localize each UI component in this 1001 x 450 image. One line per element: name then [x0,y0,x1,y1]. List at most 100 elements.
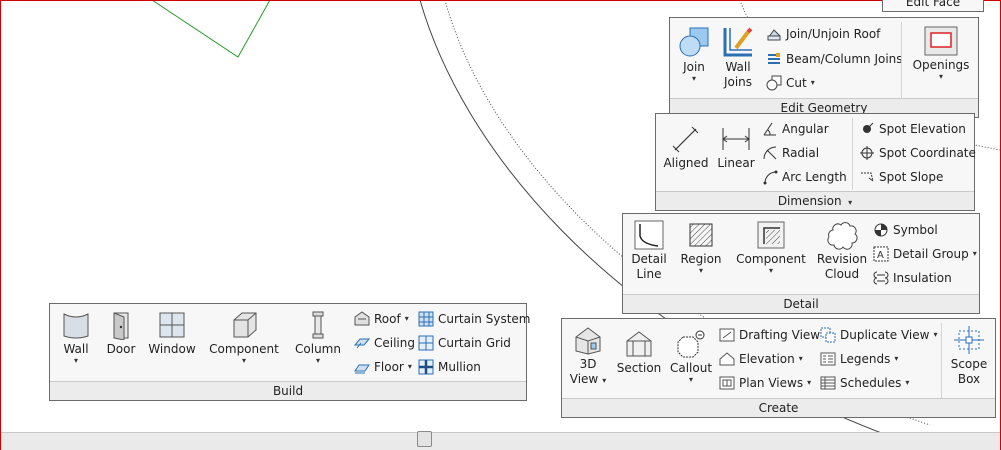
detail-component-dropdown-icon[interactable]: ▾ [735,267,807,275]
detail-panel-title[interactable]: Detail [623,294,979,313]
wall-dropdown-icon[interactable]: ▾ [56,357,96,365]
detail-group-icon: A [873,246,889,262]
cut-dropdown-icon[interactable]: ▾ [811,73,815,93]
region-icon [689,223,713,247]
cut-label: Cut [786,76,807,90]
dimension-panel-title[interactable]: Dimension ▾ [656,191,974,210]
detail-component-icon [757,221,785,249]
legends-dropdown-icon[interactable]: ▾ [894,349,898,369]
drafting-view-icon [719,328,735,342]
roof-button[interactable]: Roof ▾ [354,309,409,329]
column-icon [312,311,324,339]
beam-column-joins-icon [768,53,780,64]
column-dropdown-icon[interactable]: ▾ [292,357,344,365]
build-panel-title[interactable]: Build [50,381,526,400]
scope-box-button[interactable]: Scope Box [946,325,992,387]
detail-component-button[interactable]: Component ▾ [735,220,807,275]
window-label: Window [148,342,196,356]
plan-views-dropdown-icon[interactable]: ▾ [807,373,811,393]
curtain-grid-button[interactable]: Curtain Grid [418,333,511,353]
elevation-icon [719,352,735,366]
horizontal-scrollbar[interactable] [1,432,1000,450]
build-component-button[interactable]: Component ▾ [208,310,280,365]
radial-dimension-icon [763,146,777,160]
elevation-dropdown-icon[interactable]: ▾ [799,349,803,369]
build-component-dropdown-icon[interactable]: ▾ [208,357,280,365]
cut-button[interactable]: Cut ▾ [766,73,815,93]
region-dropdown-icon[interactable]: ▾ [677,267,725,275]
drafting-view-button[interactable]: Drafting View [719,325,820,345]
column-button[interactable]: Column ▾ [292,310,344,365]
join-unjoin-roof-button[interactable]: Join/Unjoin Roof [766,24,880,44]
scrollbar-thumb[interactable] [417,431,432,447]
section-label: Section [616,361,662,375]
create-panel-title[interactable]: Create [562,398,995,417]
curtain-system-button[interactable]: Curtain System [418,309,530,329]
detail-group-button[interactable]: A Detail Group ▾ [873,244,977,264]
schedules-button[interactable]: Schedules ▾ [820,373,909,393]
edit-geometry-separator [901,22,902,98]
linear-dimension-button[interactable]: Linear [716,124,756,171]
floor-dropdown-icon[interactable]: ▾ [408,357,412,377]
dimension-separator [852,118,853,190]
3d-view-label-1: 3D [579,357,597,371]
roof-dropdown-icon[interactable]: ▾ [405,309,409,329]
detail-line-button[interactable]: Detail Line [627,220,671,282]
dimension-panel-dropdown-icon[interactable]: ▾ [846,198,852,207]
schedules-dropdown-icon[interactable]: ▾ [905,373,909,393]
wall-button[interactable]: Wall ▾ [56,310,96,365]
join-dropdown-icon[interactable]: ▾ [674,75,714,83]
linear-label: Linear [717,156,755,170]
openings-dropdown-icon[interactable]: ▾ [908,73,974,81]
callout-button[interactable]: Callout ▾ [668,329,714,384]
radial-dimension-button[interactable]: Radial [762,143,819,163]
revision-cloud-button[interactable]: Revision Cloud [815,220,869,282]
angular-dimension-button[interactable]: Angular [762,119,829,139]
duplicate-view-button[interactable]: Duplicate View ▾ [820,325,937,345]
spot-slope-button[interactable]: Spot Slope [859,167,943,187]
door-button[interactable]: Door [102,310,140,357]
roof-label: Roof [374,312,401,326]
door-icon [113,312,129,340]
ceiling-icon [354,338,370,349]
wall-icon [63,313,89,339]
wall-joins-icon [723,27,753,57]
beam-column-joins-button[interactable]: Beam/Column Joins [766,49,903,69]
detail-group-dropdown-icon[interactable]: ▾ [973,244,977,264]
mullion-button[interactable]: Mullion [418,357,481,377]
plan-views-button[interactable]: Plan Views ▾ [719,373,811,393]
join-icon [679,27,709,57]
callout-dropdown-icon[interactable]: ▾ [668,376,714,384]
curtain-grid-icon [418,335,434,351]
3d-view-dropdown-icon[interactable]: ▾ [602,376,606,385]
3d-view-button[interactable]: 3D View ▾ [568,325,608,388]
symbol-button[interactable]: Symbol [873,220,938,240]
build-component-icon [233,312,257,338]
openings-button[interactable]: Openings ▾ [908,26,974,81]
elevation-button[interactable]: Elevation ▾ [719,349,803,369]
insulation-button[interactable]: Insulation [873,268,952,288]
aligned-dimension-button[interactable]: Aligned [662,124,710,171]
region-button[interactable]: Region ▾ [677,220,725,275]
beam-column-joins-label: Beam/Column Joins [786,52,903,66]
3d-view-icon [575,327,601,355]
join-button[interactable]: Join ▾ [674,26,714,83]
ceiling-button[interactable]: Ceiling [354,333,415,353]
dimension-title-text: Dimension [777,194,842,208]
detail-line-icon [634,220,664,250]
curtain-system-label: Curtain System [438,312,531,326]
dimension-panel: Aligned Linear Angular Radial Arc Length… [655,113,976,211]
section-button[interactable]: Section [616,329,662,376]
elevation-label: Elevation [739,352,795,366]
arc-length-dimension-button[interactable]: Arc Length [762,167,847,187]
spot-coordinate-button[interactable]: Spot Coordinate [859,143,976,163]
callout-label: Callout [669,361,713,375]
schedules-label: Schedules [840,376,902,390]
wall-joins-button[interactable]: Wall Joins [718,26,758,90]
spot-elevation-button[interactable]: Spot Elevation [859,119,966,139]
door-label: Door [106,342,136,356]
duplicate-view-dropdown-icon[interactable]: ▾ [933,325,937,345]
floor-button[interactable]: Floor ▾ [354,357,412,377]
window-button[interactable]: Window [146,310,198,357]
legends-button[interactable]: Legends ▾ [820,349,898,369]
